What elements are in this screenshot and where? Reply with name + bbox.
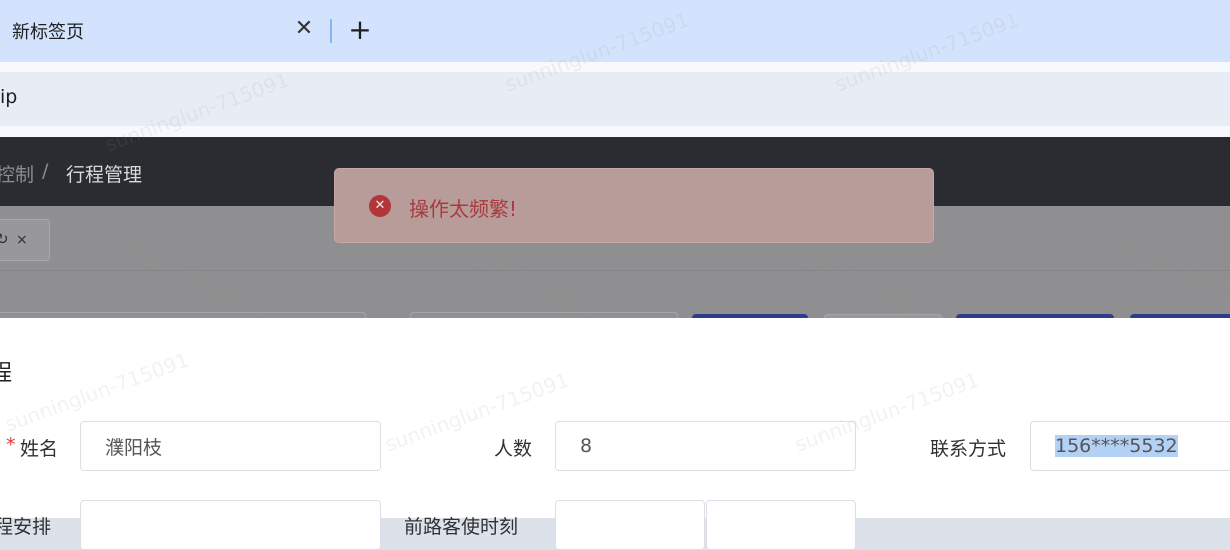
divider xyxy=(0,270,1230,271)
time-field-end[interactable] xyxy=(706,500,856,550)
address-text[interactable]: ip xyxy=(0,86,17,108)
breadcrumb-separator: / xyxy=(42,160,49,182)
toast-message: 操作太频繁! xyxy=(409,197,518,221)
tab-close-icon[interactable]: ✕ xyxy=(292,14,316,44)
new-tab-icon[interactable]: + xyxy=(346,14,374,46)
schedule-field[interactable] xyxy=(80,500,381,550)
address-bar[interactable] xyxy=(0,72,1230,126)
time-field-start[interactable] xyxy=(555,500,705,550)
name-label: 姓名 xyxy=(20,438,59,460)
dialog-title: 程 xyxy=(0,361,13,386)
breadcrumb-item-parent[interactable]: 控制 xyxy=(0,160,34,187)
tab-separator xyxy=(330,19,332,43)
time-label: 前路客使时刻 xyxy=(404,516,519,538)
people-count-label: 人数 xyxy=(494,438,533,460)
contact-value-selected: 156****5532 xyxy=(1055,435,1178,457)
required-mark: * xyxy=(6,434,16,456)
contact-label: 联系方式 xyxy=(930,438,1007,460)
people-count-field[interactable] xyxy=(555,421,856,471)
refresh-icon[interactable]: ↻ xyxy=(0,230,9,248)
trip-dialog xyxy=(0,318,1230,518)
name-field[interactable] xyxy=(80,421,381,471)
chrome-gap xyxy=(0,126,1230,137)
browser-tab-title[interactable]: 新标签页 xyxy=(12,18,84,44)
tag-close-icon[interactable]: × xyxy=(16,232,28,248)
contact-field[interactable]: 156****5532 xyxy=(1030,421,1230,471)
close-circle-icon: ✕ xyxy=(369,195,391,217)
chrome-gap xyxy=(0,62,1230,72)
schedule-label: 程安排 xyxy=(0,516,52,538)
browser-tab-strip xyxy=(0,0,1230,62)
breadcrumb-item-current: 行程管理 xyxy=(66,164,143,186)
